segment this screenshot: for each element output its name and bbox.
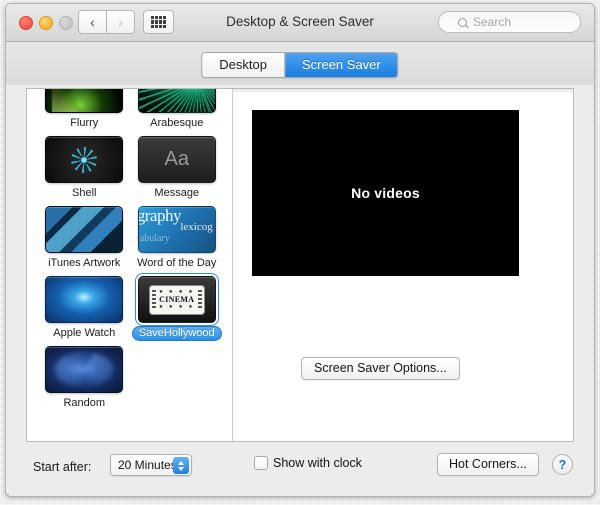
search-input[interactable]: [471, 14, 561, 30]
screensaver-thumbnail[interactable]: [45, 136, 123, 183]
screensaver-label: Word of the Day: [131, 256, 222, 271]
screensaver-grid: Flurry Arabesque Shell Aa Message: [27, 89, 232, 419]
content-panel: Flurry Arabesque Shell Aa Message: [26, 88, 574, 442]
tab-group: Desktop Screen Saver: [201, 52, 398, 78]
screensaver-label: Random: [57, 396, 111, 411]
preferences-window: ‹ › Desktop & Screen Saver Desktop Scree…: [5, 3, 595, 497]
cinema-ticket-icon: ★ ★ ★ ★ CINEMA ★ ★ ★ ★: [149, 285, 205, 315]
screensaver-thumbnail[interactable]: [45, 206, 123, 253]
list-item[interactable]: Arabesque: [131, 89, 224, 131]
tab-bar: Desktop Screen Saver: [6, 42, 594, 85]
screensaver-thumbnail[interactable]: ★ ★ ★ ★ CINEMA ★ ★ ★ ★: [138, 276, 216, 323]
ticket-title: CINEMA: [159, 295, 194, 304]
screensaver-thumbnail[interactable]: lexicog abulary: [138, 206, 216, 253]
word-thumb-line3: abulary: [140, 233, 170, 244]
show-with-clock-label[interactable]: Show with clock: [273, 456, 362, 470]
bottom-controls: Start after: 20 Minutes Show with clock …: [6, 442, 594, 496]
list-item[interactable]: Shell: [38, 136, 131, 201]
list-item[interactable]: lexicog abulary Word of the Day: [131, 206, 224, 271]
screensaver-thumbnail[interactable]: Aa: [138, 136, 216, 183]
screensaver-thumbnail[interactable]: [138, 89, 216, 113]
tab-desktop[interactable]: Desktop: [202, 53, 284, 77]
list-item[interactable]: Apple Watch: [38, 276, 131, 341]
list-item[interactable]: iTunes Artwork: [38, 206, 131, 271]
start-after-popup[interactable]: 20 Minutes: [110, 454, 192, 476]
screensaver-label: Apple Watch: [47, 326, 121, 341]
screensaver-thumbnail[interactable]: [45, 346, 123, 393]
stepper-arrows-icon[interactable]: [173, 457, 189, 474]
search-icon: [458, 18, 467, 27]
list-item[interactable]: Flurry: [38, 89, 131, 131]
search-field[interactable]: [438, 11, 581, 33]
screensaver-list[interactable]: Flurry Arabesque Shell Aa Message: [27, 89, 232, 441]
screensaver-label: Shell: [66, 186, 102, 201]
screensaver-thumbnail[interactable]: [45, 276, 123, 323]
screensaver-thumbnail[interactable]: [45, 89, 123, 113]
screensaver-label: iTunes Artwork: [42, 256, 126, 271]
show-with-clock-checkbox[interactable]: [254, 456, 268, 470]
start-after-value: 20 Minutes: [111, 458, 177, 472]
list-item[interactable]: Aa Message: [131, 136, 224, 201]
word-thumb-line2: lexicog: [180, 221, 212, 233]
help-button[interactable]: ?: [552, 454, 573, 475]
list-item[interactable]: Random: [38, 346, 131, 411]
ticket-stars-bottom: ★ ★ ★ ★: [159, 304, 195, 310]
preview-pane: No videos Screen Saver Options...: [233, 89, 573, 441]
list-item-selected[interactable]: ★ ★ ★ ★ CINEMA ★ ★ ★ ★ SaveHollywood: [131, 276, 224, 341]
screensaver-label: Message: [148, 186, 205, 201]
screensaver-preview[interactable]: No videos: [252, 110, 519, 276]
screen-saver-options-button[interactable]: Screen Saver Options...: [301, 357, 460, 380]
screensaver-label: Arabesque: [144, 116, 209, 131]
screensaver-label: SaveHollywood: [132, 326, 222, 341]
screensaver-label: Flurry: [64, 116, 104, 131]
tab-screen-saver[interactable]: Screen Saver: [284, 53, 398, 77]
start-after-label: Start after:: [33, 460, 91, 474]
hot-corners-button[interactable]: Hot Corners...: [437, 453, 539, 476]
title-bar: ‹ › Desktop & Screen Saver: [6, 4, 594, 42]
message-aa-glyph: Aa: [165, 148, 189, 171]
preview-message: No videos: [351, 185, 420, 201]
